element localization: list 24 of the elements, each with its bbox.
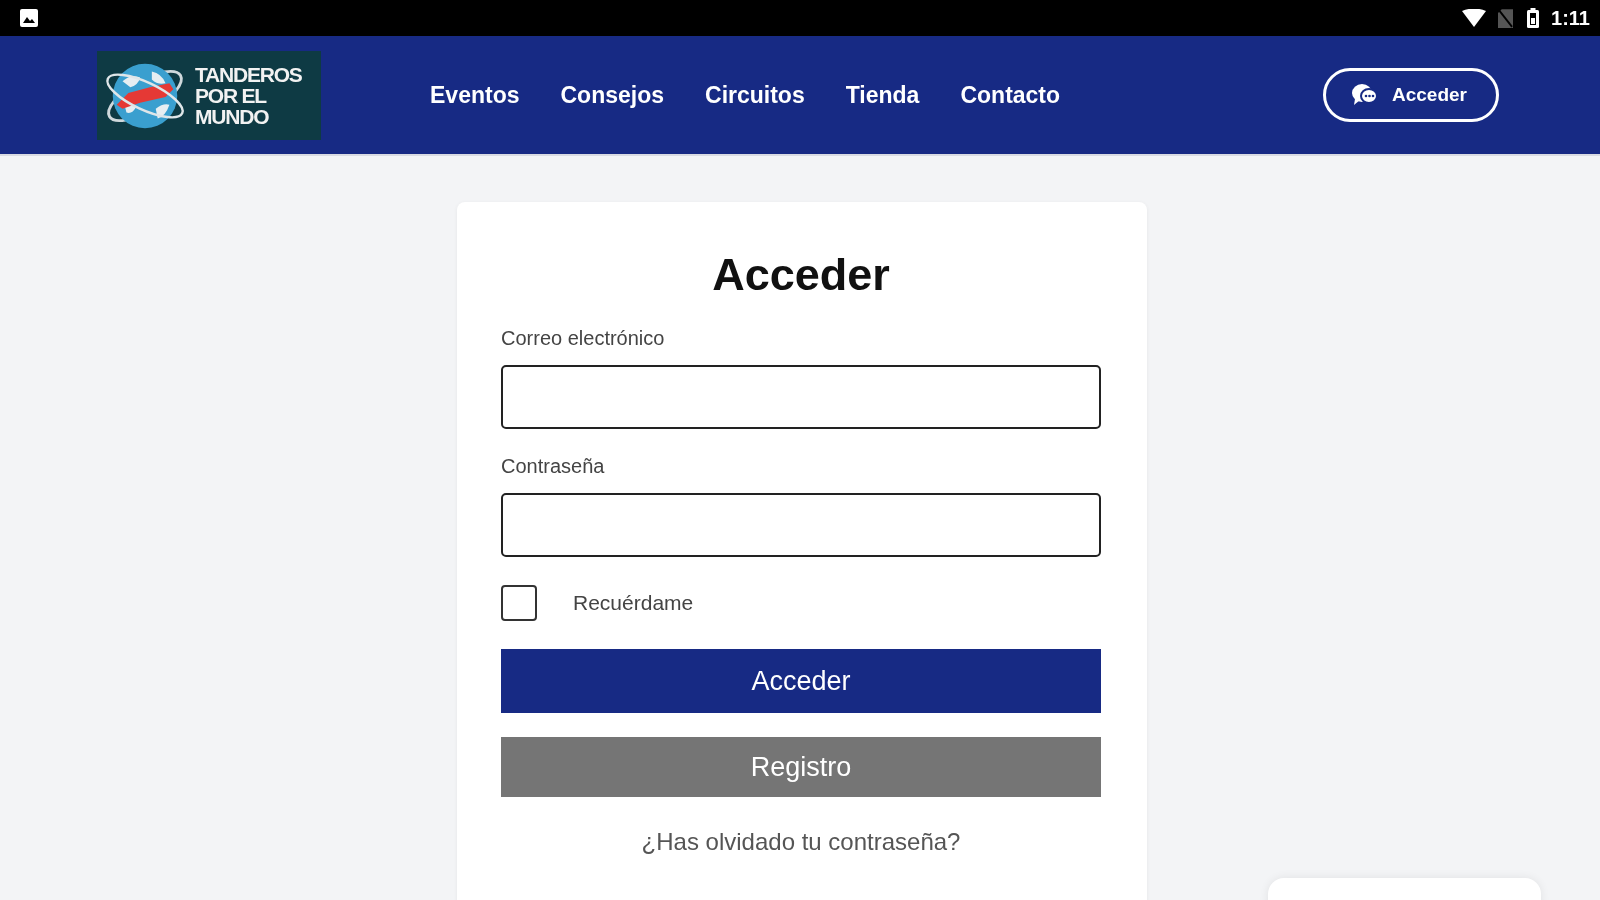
wifi-icon: [1462, 9, 1487, 27]
nav-link[interactable]: Tienda: [845, 81, 920, 109]
nav-link[interactable]: Circuitos: [705, 81, 805, 109]
no-sim-icon: [1498, 8, 1514, 28]
field-label: Contraseña: [501, 454, 606, 478]
field-label: Correo electrónico: [501, 326, 666, 350]
nav-link[interactable]: Contacto: [960, 81, 1061, 109]
logo-text: TANDEROS POR EL MUNDO: [195, 64, 302, 127]
forgot-password-link[interactable]: ¿Has olvidado tu contraseña?: [641, 828, 961, 856]
login-button[interactable]: Acceder: [1323, 68, 1499, 122]
nav-link[interactable]: Consejos: [560, 81, 664, 109]
site-logo[interactable]: TANDEROS POR EL MUNDO: [97, 51, 321, 140]
nav-link[interactable]: Eventos: [430, 81, 520, 109]
remember-label: Recuérdame: [573, 591, 694, 615]
input-field[interactable]: [501, 365, 1101, 429]
image-icon: [20, 9, 38, 27]
login-title: Acceder: [711, 248, 891, 302]
battery-icon: [1527, 8, 1540, 28]
input-field[interactable]: [501, 493, 1101, 557]
submit-button[interactable]: Acceder: [501, 649, 1101, 713]
chat-bubbles-icon: [1352, 83, 1378, 107]
status-time: 1:11: [1551, 6, 1590, 30]
remember-checkbox[interactable]: [501, 585, 537, 621]
register-button[interactable]: Registro: [501, 737, 1101, 797]
